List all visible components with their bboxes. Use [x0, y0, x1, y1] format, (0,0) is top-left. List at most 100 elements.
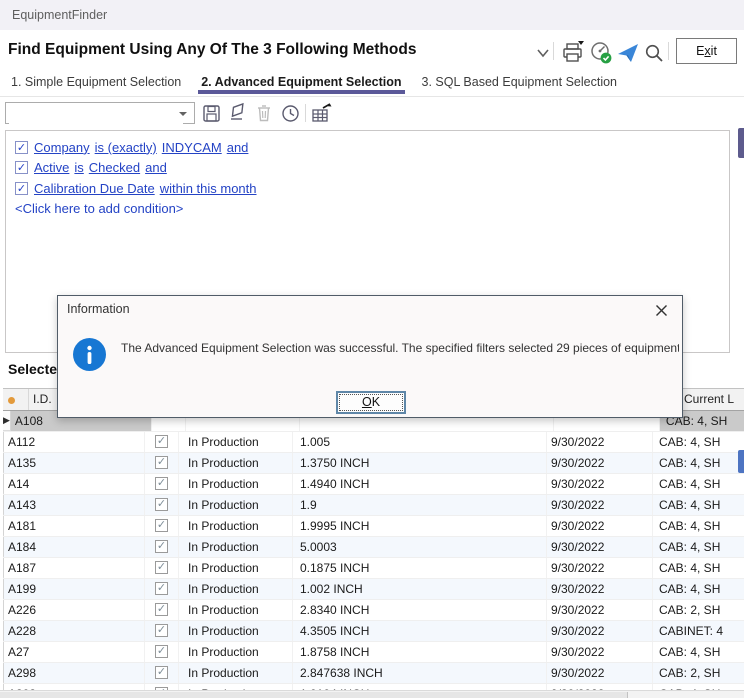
exit-button[interactable]: Exit: [676, 38, 737, 64]
condition-link[interactable]: Calibration Due Date: [34, 181, 155, 196]
column-header-Current L[interactable]: Current L: [678, 389, 744, 410]
condition-link[interactable]: Company: [34, 140, 90, 155]
horizontal-scrollbar[interactable]: [0, 690, 744, 698]
cell-value: 1.4940 INCH: [293, 474, 547, 494]
cell-date: 9/30/2022: [547, 558, 653, 578]
cell-checked: ✓: [145, 621, 179, 641]
tab-3[interactable]: 3. SQL Based Equipment Selection: [419, 72, 621, 93]
row-indicator-header: [3, 389, 29, 410]
save-icon[interactable]: [199, 101, 223, 125]
condition-link[interactable]: and: [145, 160, 167, 175]
table-row-A226[interactable]: A226✓In Production2.8340 INCH9/30/2022CA…: [3, 600, 744, 621]
add-condition-link[interactable]: <Click here to add condition>: [15, 199, 729, 220]
cell-loc: CAB: 4, SH: [653, 474, 744, 494]
print-preview-check-icon[interactable]: [588, 40, 614, 66]
cell-date: 9/30/2022: [547, 453, 653, 473]
table-row-A298[interactable]: A298✓In Production2.847638 INCH9/30/2022…: [3, 663, 744, 684]
cell-loc: CAB: 4, SH: [653, 516, 744, 536]
filter-preset-combobox[interactable]: [5, 102, 195, 124]
clear-filter-icon[interactable]: [226, 101, 250, 125]
page-title: Find Equipment Using Any Of The 3 Follow…: [8, 41, 416, 59]
active-checkbox[interactable]: ✓: [155, 540, 168, 553]
condition-link[interactable]: is: [74, 160, 83, 175]
table-row-A112[interactable]: A112✓In Production1.0059/30/2022CAB: 4, …: [3, 432, 744, 453]
active-checkbox[interactable]: ✓: [155, 561, 168, 574]
table-row-A199[interactable]: A199✓In Production1.002 INCH9/30/2022CAB…: [3, 579, 744, 600]
table-row-A181[interactable]: A181✓In Production1.9995 INCH9/30/2022CA…: [3, 516, 744, 537]
active-checkbox[interactable]: ✓: [155, 603, 168, 616]
condition-link[interactable]: INDYCAM: [162, 140, 222, 155]
table-row-A184[interactable]: A184✓In Production5.00039/30/2022CAB: 4,…: [3, 537, 744, 558]
combo-dropdown-arrow-icon[interactable]: [179, 112, 187, 116]
cell-checked: ✓: [145, 432, 179, 452]
table-row-A27[interactable]: A27✓In Production1.8758 INCH9/30/2022CAB…: [3, 642, 744, 663]
active-checkbox[interactable]: ✓: [155, 477, 168, 490]
filter-preset-input[interactable]: [9, 104, 183, 124]
condition-link[interactable]: Active: [34, 160, 69, 175]
condition-link[interactable]: within this month: [160, 181, 257, 196]
cell-date: 9/30/2022: [547, 432, 653, 452]
cell-value: 1.005: [293, 432, 547, 452]
active-checkbox[interactable]: ✓: [155, 624, 168, 637]
active-checkbox[interactable]: ✓: [155, 498, 168, 511]
cell-checked: ✓: [145, 495, 179, 515]
cell-checked: ✓: [145, 474, 179, 494]
grid-edit-icon[interactable]: [310, 101, 334, 125]
delete-icon[interactable]: [252, 101, 276, 125]
close-icon[interactable]: [652, 301, 670, 319]
table-row-A187[interactable]: A187✓In Production0.1875 INCH9/30/2022CA…: [3, 558, 744, 579]
cell-status: In Production: [179, 516, 293, 536]
filter-condition-row: ✓ Active is Checked and: [15, 158, 729, 179]
cell-checked: ✓: [145, 579, 179, 599]
dialog-title: Information: [67, 302, 130, 316]
tab-1[interactable]: 1. Simple Equipment Selection: [8, 72, 184, 93]
active-checkbox[interactable]: ✓: [155, 519, 168, 532]
table-row-A135[interactable]: A135✓In Production1.3750 INCH9/30/2022CA…: [3, 453, 744, 474]
active-checkbox[interactable]: ✓: [155, 582, 168, 595]
cell-date: 9/30/2022: [547, 537, 653, 557]
send-icon[interactable]: [615, 40, 641, 66]
cell-checked: ✓: [145, 516, 179, 536]
cell-status: In Production: [179, 474, 293, 494]
cell-loc: CAB: 2, SH: [653, 663, 744, 683]
condition-link[interactable]: Checked: [89, 160, 140, 175]
print-icon[interactable]: [559, 40, 585, 66]
cell-status: In Production: [179, 621, 293, 641]
active-checkbox[interactable]: ✓: [155, 456, 168, 469]
condition-checkbox[interactable]: ✓: [15, 161, 28, 174]
horizontal-scrollbar-thumb[interactable]: [0, 692, 628, 698]
cell-checked: ✓: [145, 642, 179, 662]
active-checkbox[interactable]: ✓: [155, 645, 168, 658]
row-selector[interactable]: ▶: [3, 411, 11, 431]
cell-loc: CAB: 4, SH: [653, 432, 744, 452]
unsaved-indicator-dot: [8, 397, 15, 404]
history-icon[interactable]: [278, 101, 302, 125]
clipped-scrollbar-fragment: [738, 450, 744, 473]
ok-button[interactable]: OK: [336, 391, 406, 414]
cell-checked: ✓: [145, 537, 179, 557]
cell-status: In Production: [179, 537, 293, 557]
table-row-A143[interactable]: A143✓In Production1.99/30/2022CAB: 4, SH: [3, 495, 744, 516]
condition-link[interactable]: and: [227, 140, 249, 155]
cell-id: A135: [4, 453, 145, 473]
cell-checked: ✓: [145, 558, 179, 578]
cell-checked: ✓: [145, 663, 179, 683]
table-row-A228[interactable]: A228✓In Production4.3505 INCH9/30/2022CA…: [3, 621, 744, 642]
tab-2[interactable]: 2. Advanced Equipment Selection: [198, 72, 404, 94]
cell-value: 1.9: [293, 495, 547, 515]
cell-loc: CAB: 4, SH: [653, 537, 744, 557]
tab-strip: 1. Simple Equipment Selection 2. Advanced…: [0, 72, 744, 97]
condition-checkbox[interactable]: ✓: [15, 182, 28, 195]
clipped-scrollbar-fragment: [738, 128, 744, 158]
cell-id: A14: [4, 474, 145, 494]
cell-date: 9/30/2022: [547, 600, 653, 620]
dialog-message: The Advanced Equipment Selection was suc…: [121, 341, 679, 355]
selected-equipment-label: Selecte: [8, 361, 57, 377]
active-checkbox[interactable]: ✓: [155, 435, 168, 448]
cell-status: In Production: [179, 642, 293, 662]
condition-checkbox[interactable]: ✓: [15, 141, 28, 154]
search-icon[interactable]: [641, 40, 667, 66]
condition-link[interactable]: is (exactly): [95, 140, 157, 155]
active-checkbox[interactable]: ✓: [155, 666, 168, 679]
table-row-A14[interactable]: A14✓In Production1.4940 INCH9/30/2022CAB…: [3, 474, 744, 495]
